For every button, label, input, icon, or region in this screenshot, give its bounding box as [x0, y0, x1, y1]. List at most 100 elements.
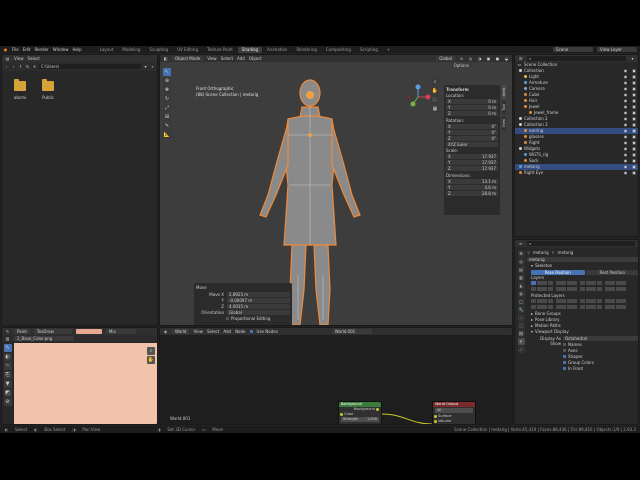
- data-tab-icon[interactable]: ⚲: [517, 338, 525, 345]
- transform-field[interactable]: X 13.1 m: [446, 179, 498, 184]
- viewport-menu-view[interactable]: View: [207, 56, 217, 61]
- transform-field[interactable]: Y 17.937: [446, 160, 498, 165]
- xray-icon[interactable]: ▣: [486, 56, 491, 61]
- render-icon[interactable]: ▣: [632, 170, 636, 176]
- blend-mode-dropdown[interactable]: Mix: [105, 329, 136, 334]
- layer-toggle[interactable]: [615, 281, 621, 285]
- shading-solid-icon[interactable]: ●: [495, 56, 500, 61]
- layer-toggle[interactable]: [536, 281, 542, 285]
- surface-socket[interactable]: [434, 414, 437, 418]
- blender-logo-icon[interactable]: ●: [3, 47, 8, 52]
- workspace-tab[interactable]: Sculpting: [145, 47, 172, 53]
- zoom-icon[interactable]: ⌕: [431, 78, 439, 86]
- output-tab-icon[interactable]: ▤: [517, 266, 525, 273]
- protected-layer-toggle[interactable]: [615, 299, 621, 303]
- layer-toggle[interactable]: [561, 281, 566, 285]
- display-as-dropdown[interactable]: Octahedral: [563, 335, 638, 341]
- brush-selector[interactable]: TexDraw: [33, 329, 72, 334]
- editor-type-icon[interactable]: ≡: [518, 241, 523, 246]
- menu-render[interactable]: Render: [34, 47, 48, 52]
- fb-menu-select[interactable]: Select: [28, 56, 40, 61]
- layer-toggle[interactable]: [561, 287, 566, 291]
- transform-field[interactable]: X 0 m: [446, 99, 498, 104]
- layer-toggle[interactable]: [547, 287, 553, 291]
- layer-toggle[interactable]: [580, 281, 585, 285]
- select-tool-icon[interactable]: ↖: [163, 68, 171, 76]
- forward-icon[interactable]: ›: [11, 64, 16, 69]
- filter-icon[interactable]: ▾: [630, 56, 635, 61]
- fill-tool-icon[interactable]: ▼: [3, 380, 12, 388]
- editor-type-icon[interactable]: ◧: [163, 56, 168, 61]
- fb-menu-view[interactable]: View: [14, 56, 24, 61]
- transform-field[interactable]: Z 0°: [446, 136, 498, 141]
- protected-layer-toggle[interactable]: [610, 305, 615, 309]
- layer-toggle[interactable]: [566, 281, 572, 285]
- layer-toggle[interactable]: [572, 281, 577, 285]
- sidebar-tab[interactable]: Tool: [502, 100, 506, 114]
- rest-position-button[interactable]: Rest Position: [585, 269, 638, 275]
- rotation-mode-dropdown[interactable]: XYZ Euler: [446, 142, 498, 147]
- move-field-input[interactable]: -0.00097 m: [227, 297, 290, 303]
- checkbox[interactable]: [563, 360, 566, 364]
- checkbox[interactable]: [563, 354, 566, 358]
- pan-icon[interactable]: ✋: [147, 356, 155, 364]
- workspace-tab[interactable]: Shading: [237, 46, 263, 53]
- layer-toggle[interactable]: [604, 287, 610, 291]
- layer-toggle[interactable]: [610, 287, 615, 291]
- show-option[interactable]: Group Colors: [563, 359, 594, 365]
- parent-directory-icon[interactable]: ↑: [18, 64, 23, 69]
- sample-tool-icon[interactable]: ⊘: [3, 398, 12, 406]
- physics-tab-icon[interactable]: ◌: [517, 322, 525, 329]
- scene-selector[interactable]: Scene: [553, 47, 593, 52]
- path-field[interactable]: C:\Users\: [39, 64, 141, 69]
- protected-layer-toggle[interactable]: [547, 299, 553, 303]
- protected-layer-toggle[interactable]: [531, 299, 536, 303]
- layer-toggle[interactable]: [591, 287, 596, 291]
- layer-toggle[interactable]: [547, 281, 553, 285]
- editor-type-icon[interactable]: ▤: [5, 56, 10, 61]
- view-layer-tab-icon[interactable]: ▥: [517, 274, 525, 281]
- menu-help[interactable]: Help: [72, 47, 81, 52]
- soften-tool-icon[interactable]: ◐: [3, 353, 12, 361]
- new-folder-icon[interactable]: +: [32, 64, 37, 69]
- transform-field[interactable]: X 17.937: [446, 154, 498, 159]
- protected-layer-toggle[interactable]: [547, 305, 553, 309]
- layer-toggle[interactable]: [621, 281, 626, 285]
- transform-field[interactable]: Y 4.6 m: [446, 185, 498, 190]
- world-tab-icon[interactable]: ◍: [517, 290, 525, 297]
- strength-field[interactable]: Strength 1.000: [341, 417, 379, 422]
- draw-tool-icon[interactable]: ✎: [3, 344, 12, 352]
- layer-toggle[interactable]: [591, 281, 596, 285]
- protected-layer-toggle[interactable]: [596, 299, 602, 303]
- eye-icon[interactable]: ◉: [624, 170, 628, 176]
- protected-layer-toggle[interactable]: [580, 299, 585, 303]
- filter-icon[interactable]: ▾: [143, 64, 148, 69]
- layer-toggle[interactable]: [580, 287, 585, 291]
- particles-tab-icon[interactable]: ∴: [517, 314, 525, 321]
- protected-layer-toggle[interactable]: [615, 305, 621, 309]
- workspace-tab[interactable]: Compositing: [322, 47, 355, 53]
- cursor-tool-icon[interactable]: ⊕: [163, 77, 171, 85]
- bone-tab-icon[interactable]: ⟋: [517, 346, 525, 353]
- protected-layer-toggle[interactable]: [604, 305, 610, 309]
- transform-field[interactable]: Z 0 m: [446, 111, 498, 116]
- viewport-menu-object[interactable]: Object: [249, 56, 262, 61]
- background-node[interactable]: Background Background Color Strength 1.00…: [338, 401, 382, 424]
- layer-toggle[interactable]: [621, 287, 626, 291]
- paint-mode-dropdown[interactable]: Paint: [14, 329, 30, 334]
- snap-icon[interactable]: ⊙: [459, 56, 464, 61]
- scale-tool-icon[interactable]: ⤢: [163, 104, 171, 112]
- layer-toggle[interactable]: [542, 281, 547, 285]
- viewport-menu-select[interactable]: Select: [221, 56, 233, 61]
- layer-toggle[interactable]: [531, 287, 536, 291]
- object-tab-icon[interactable]: ▢: [517, 298, 525, 305]
- mask-tool-icon[interactable]: ◩: [3, 389, 12, 397]
- armature-data-field[interactable]: metarig: [527, 257, 638, 262]
- protected-layer-toggle[interactable]: [580, 305, 585, 309]
- workspace-tab[interactable]: Scripting: [356, 47, 382, 53]
- protected-layer-toggle[interactable]: [591, 299, 596, 303]
- options-button[interactable]: Options: [450, 63, 472, 68]
- protected-layer-toggle[interactable]: [585, 299, 591, 303]
- render-tab-icon[interactable]: ◎: [517, 258, 525, 265]
- paint-brush-icon[interactable]: ✎: [5, 329, 10, 334]
